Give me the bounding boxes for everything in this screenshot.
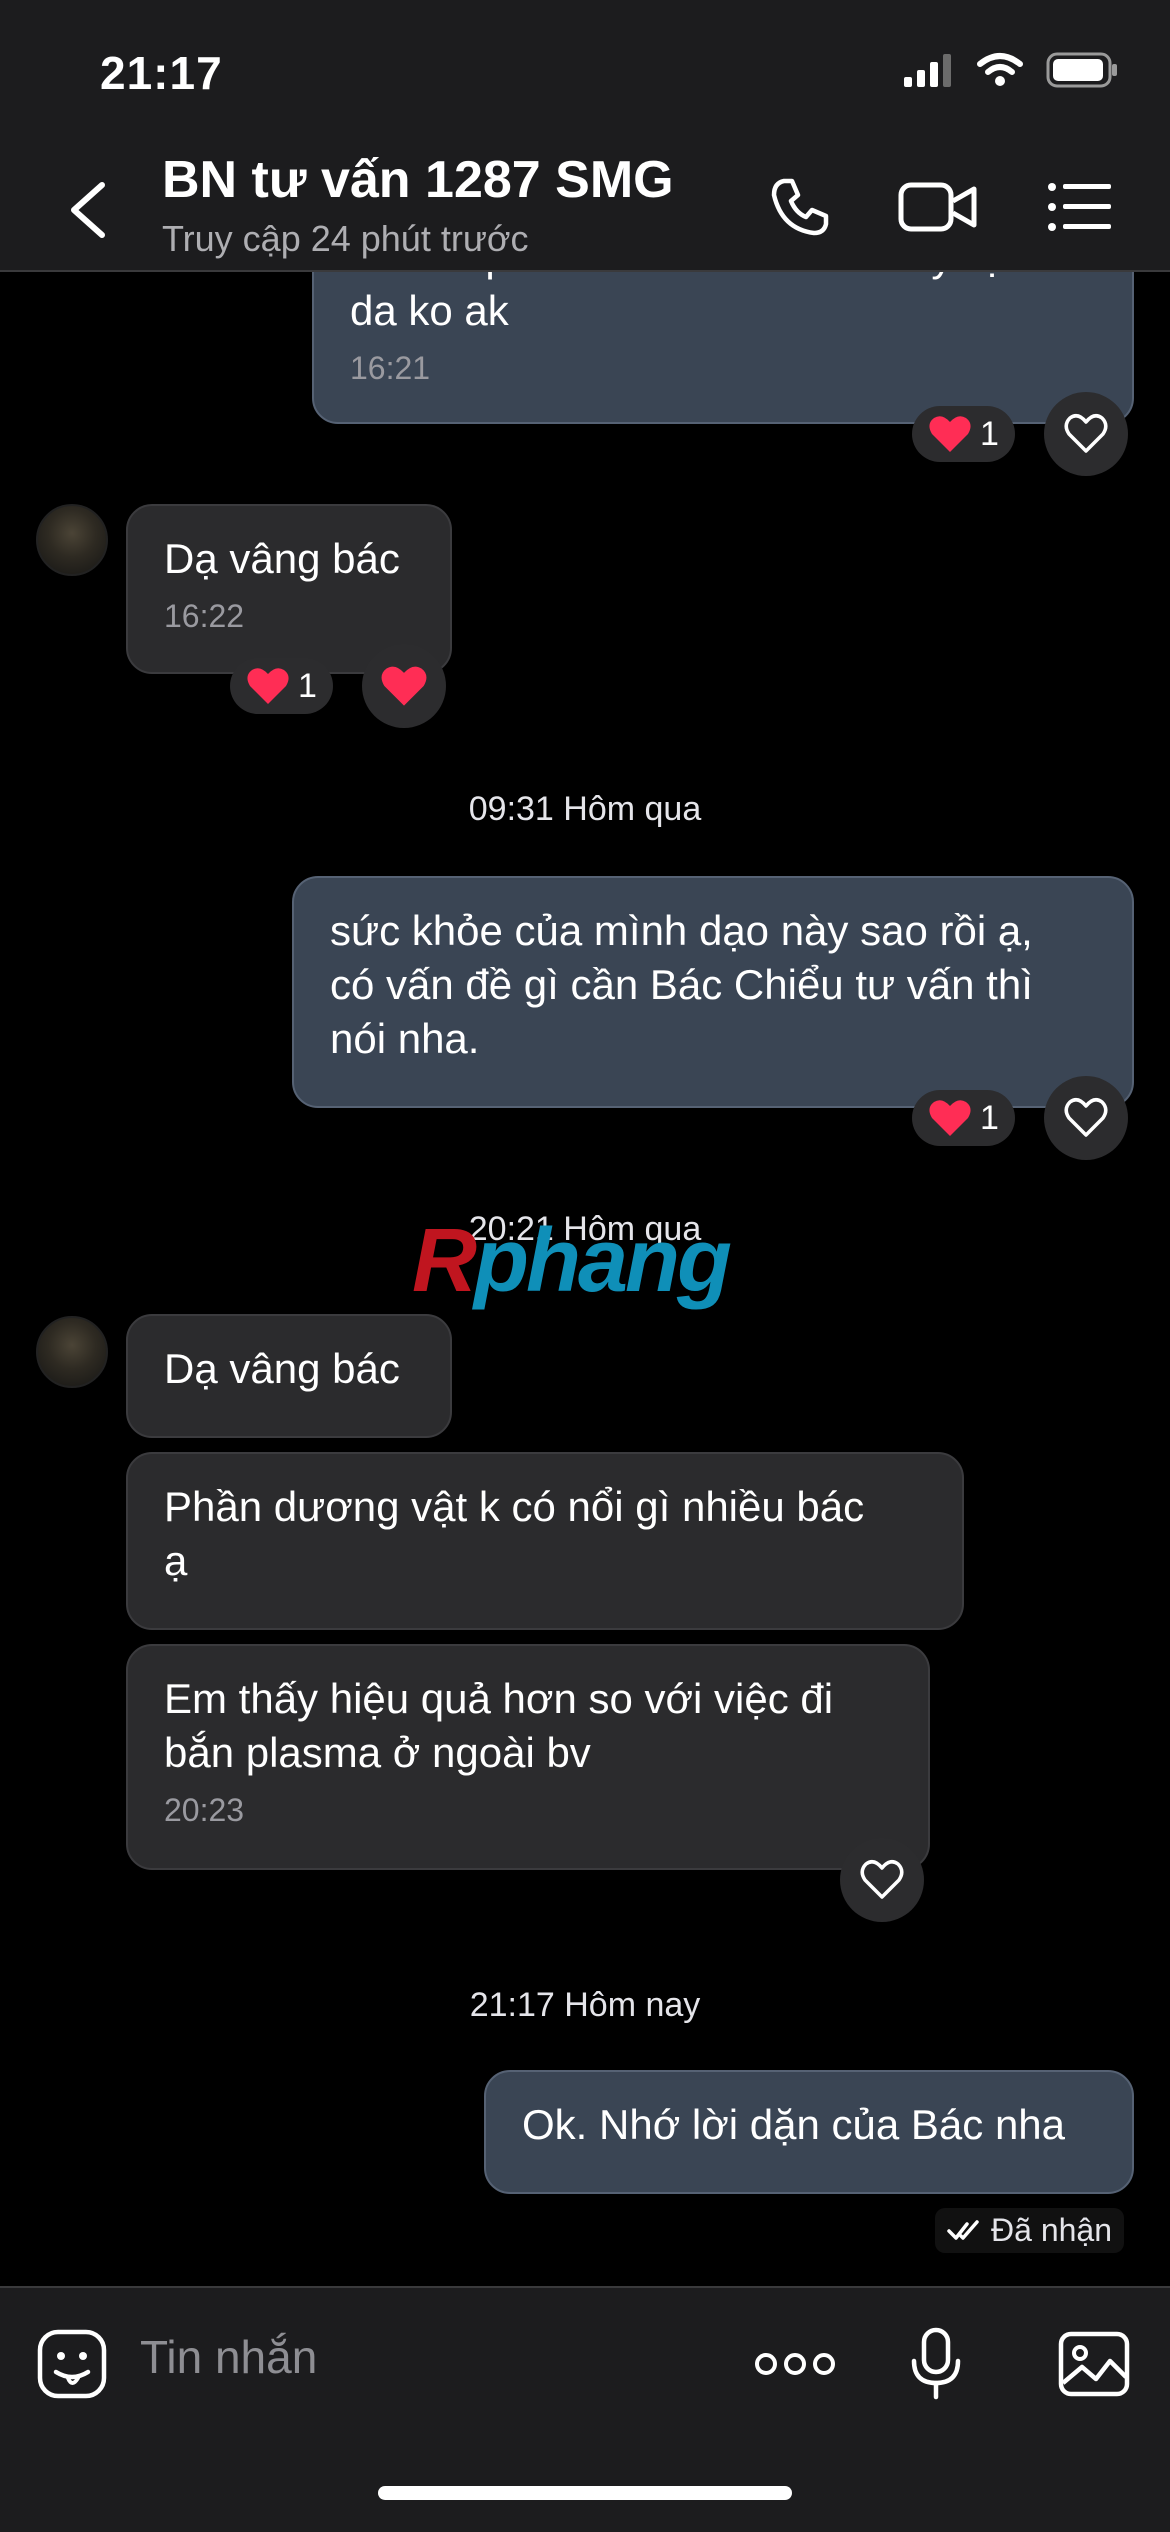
message-text-line: Phần dương vật k có nổi gì nhiều bác (164, 1483, 865, 1530)
sticker-button[interactable] (32, 2324, 112, 2404)
phone-icon (771, 178, 829, 236)
double-check-icon (947, 2219, 979, 2240)
incoming-message[interactable]: Phần dương vật k có nổi gì nhiều bác ạ (126, 1452, 964, 1630)
video-call-button[interactable] (898, 172, 978, 242)
signal-icon (904, 54, 951, 87)
react-button[interactable] (1044, 392, 1128, 476)
last-seen-status: Truy cập 24 phút trước (162, 218, 529, 259)
home-indicator[interactable] (378, 2486, 792, 2500)
reaction-count: 1 (980, 414, 999, 453)
message-text: Dạ vâng bác (164, 535, 400, 582)
my-reaction-button[interactable] (362, 644, 446, 728)
outgoing-message[interactable]: Ok. Nhớ lời dặn của Bác nha (484, 2070, 1134, 2194)
message-time: 20:23 (164, 1792, 245, 1828)
message-time: 16:22 (164, 598, 245, 634)
status-icons (904, 52, 1118, 88)
delivery-status-text: Đã nhận (991, 2212, 1112, 2248)
delivery-status: Đã nhận (935, 2208, 1124, 2253)
chat-header: 21:17 BN tư vấn 1287 SMG Truy cập 24 phú… (0, 0, 1170, 272)
outgoing-message[interactable]: sức khỏe của mình dạo này sao rồi ạ, có … (292, 876, 1134, 1108)
call-button[interactable] (760, 172, 840, 242)
message-text: Ok. Nhớ lời dặn của Bác nha (522, 2101, 1066, 2148)
more-horizontal-icon (755, 2353, 835, 2375)
microphone-icon (911, 2327, 961, 2400)
reaction-count-badge[interactable]: 1 (912, 1090, 1015, 1146)
react-button[interactable] (1044, 1076, 1128, 1160)
react-button[interactable] (840, 1838, 924, 1922)
incoming-message[interactable]: Dạ vâng bác (126, 1314, 452, 1438)
message-text: Dạ vâng bác (164, 1345, 400, 1392)
chat-options-button[interactable] (1040, 172, 1120, 242)
message-text-line: ạ (164, 1537, 188, 1584)
outgoing-message[interactable]: cho ko phải xài đó chỗ thêm này dịu da k… (312, 272, 1134, 424)
incoming-message[interactable]: Em thấy hiệu quả hơn so với việc đi bắn … (126, 1644, 930, 1870)
heart-filled-icon (381, 666, 427, 706)
contact-avatar[interactable] (36, 1316, 108, 1388)
status-time: 21:17 (100, 47, 223, 99)
message-text-line: Em thấy hiệu quả hơn so với việc đi (164, 1675, 834, 1722)
heart-filled-icon (929, 1100, 971, 1136)
message-input[interactable]: Tin nhắn (140, 2330, 317, 2384)
message-text-line: sức khỏe của mình dạo này sao rồi ạ, (330, 907, 1033, 954)
watermark-logo: Rphang (412, 1211, 732, 1311)
message-text: da ko ak (350, 287, 509, 334)
heart-filled-icon (247, 668, 289, 704)
message-text: cho ko phải xài đó chỗ thêm này dịu (350, 272, 1096, 284)
message-text-line: nói nha. (330, 1015, 480, 1062)
image-icon (1058, 2331, 1130, 2397)
heart-outline-icon (1064, 414, 1108, 453)
heart-filled-icon (929, 416, 971, 452)
chat-title[interactable]: BN tư vấn 1287 SMG (162, 150, 674, 210)
reaction-count: 1 (298, 666, 317, 705)
sticker-icon (37, 2329, 107, 2399)
heart-outline-icon (860, 1860, 904, 1899)
heart-outline-icon (1064, 1098, 1108, 1137)
more-options-button[interactable] (752, 2324, 838, 2404)
list-menu-icon (1048, 183, 1111, 231)
contact-avatar[interactable] (36, 504, 108, 576)
reaction-count-badge[interactable]: 1 (912, 406, 1015, 462)
back-button[interactable] (60, 175, 120, 245)
message-time: 16:21 (350, 350, 431, 386)
video-camera-icon (898, 182, 977, 232)
reaction-count-badge[interactable]: 1 (230, 658, 333, 714)
message-text-line: bắn plasma ở ngoài bv (164, 1729, 591, 1776)
date-separator: 09:31 Hôm qua (468, 790, 702, 828)
voice-message-button[interactable] (896, 2324, 976, 2404)
reaction-count: 1 (980, 1098, 999, 1137)
battery-icon (1046, 52, 1117, 88)
wifi-icon (977, 53, 1023, 86)
message-text-line: có vấn đề gì cần Bác Chiểu tư vấn thì (330, 961, 1033, 1008)
chevron-left-icon (71, 182, 105, 238)
date-separator: 21:17 Hôm nay (469, 1986, 701, 2024)
photo-button[interactable] (1054, 2324, 1134, 2404)
